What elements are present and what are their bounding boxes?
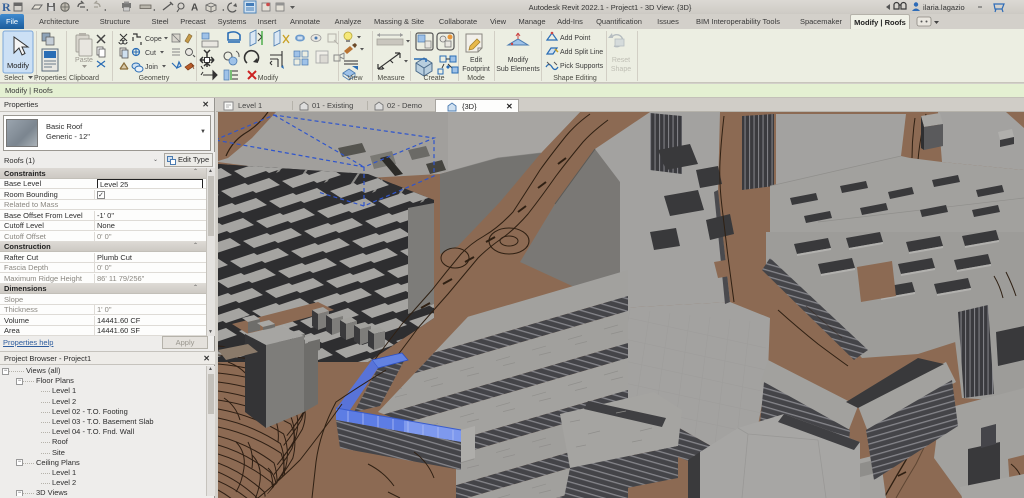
svg-text:Cope: Cope xyxy=(145,36,162,43)
svg-text:Properties: Properties xyxy=(34,75,66,82)
svg-text:Measure: Measure xyxy=(377,75,404,82)
svg-text:A: A xyxy=(191,3,198,14)
svg-text:R: R xyxy=(2,0,11,14)
svg-text:Paste: Paste xyxy=(75,57,93,64)
svg-text:Clipboard: Clipboard xyxy=(69,75,99,82)
svg-text:Modify: Modify xyxy=(508,57,529,64)
svg-text:Modify: Modify xyxy=(258,75,279,82)
svg-text:Edit: Edit xyxy=(470,57,482,64)
svg-text:Pick Supports: Pick Supports xyxy=(560,63,604,70)
svg-text:Modify: Modify xyxy=(7,61,29,70)
svg-text:ilaria.lagazio: ilaria.lagazio xyxy=(923,3,965,12)
svg-text:View: View xyxy=(347,75,363,82)
svg-text:Select: Select xyxy=(4,75,24,82)
svg-text:Sub Elements: Sub Elements xyxy=(496,66,540,73)
svg-text:Footprint: Footprint xyxy=(462,66,490,73)
svg-text:Add Split Line: Add Split Line xyxy=(560,49,603,56)
svg-text:Join: Join xyxy=(145,64,158,71)
svg-text:Mode: Mode xyxy=(467,75,485,82)
svg-text:Create: Create xyxy=(423,75,444,82)
svg-text:Add Point: Add Point xyxy=(560,35,590,42)
svg-text:Shape Editing: Shape Editing xyxy=(553,75,597,82)
svg-text:Shape: Shape xyxy=(611,66,631,73)
svg-text:Reset: Reset xyxy=(612,57,630,64)
svg-text:Geometry: Geometry xyxy=(139,75,170,82)
svg-text:Cut: Cut xyxy=(145,50,156,57)
